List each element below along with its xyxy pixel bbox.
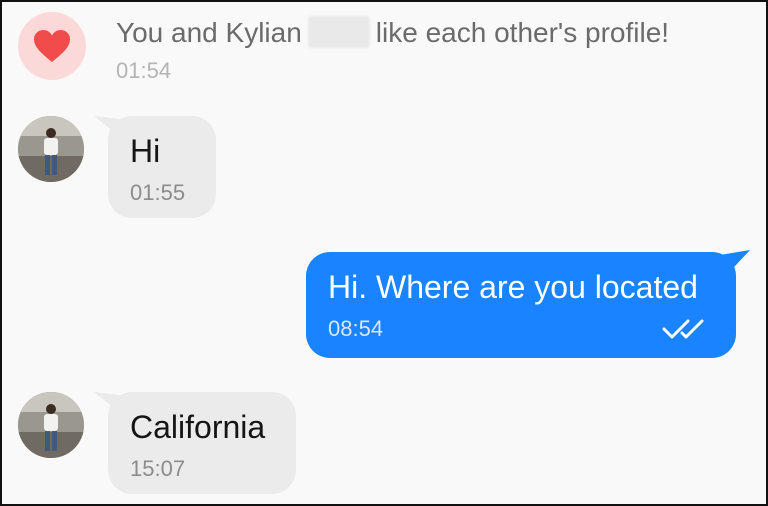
avatar[interactable] — [18, 116, 84, 182]
match-message: You and Kylian like each other's profile! — [116, 16, 669, 49]
heart-badge — [18, 12, 86, 80]
message-bubble-incoming[interactable]: California 15:07 — [108, 392, 296, 494]
message-timestamp: 15:07 — [130, 456, 186, 481]
heart-icon — [34, 30, 70, 62]
message-timestamp: 01:55 — [130, 180, 186, 205]
message-bubble-incoming[interactable]: Hi 01:55 — [108, 116, 216, 218]
message-text: Hi. Where are you located — [328, 269, 698, 305]
chat-window: You and Kylian like each other's profile!… — [0, 0, 768, 506]
double-check-icon — [662, 319, 704, 339]
match-notification: You and Kylian like each other's profile!… — [18, 12, 748, 84]
message-timestamp: 08:54 — [328, 316, 384, 341]
match-timestamp: 01:54 — [116, 58, 172, 83]
match-text-prefix: You and Kylian — [116, 17, 302, 48]
message-text: Hi — [130, 133, 161, 169]
avatar[interactable] — [18, 392, 84, 458]
message-text: California — [130, 409, 266, 445]
redacted-name — [307, 16, 370, 48]
match-text-suffix: like each other's profile! — [375, 17, 670, 48]
message-bubble-outgoing[interactable]: Hi. Where are you located 08:54 — [306, 252, 736, 358]
